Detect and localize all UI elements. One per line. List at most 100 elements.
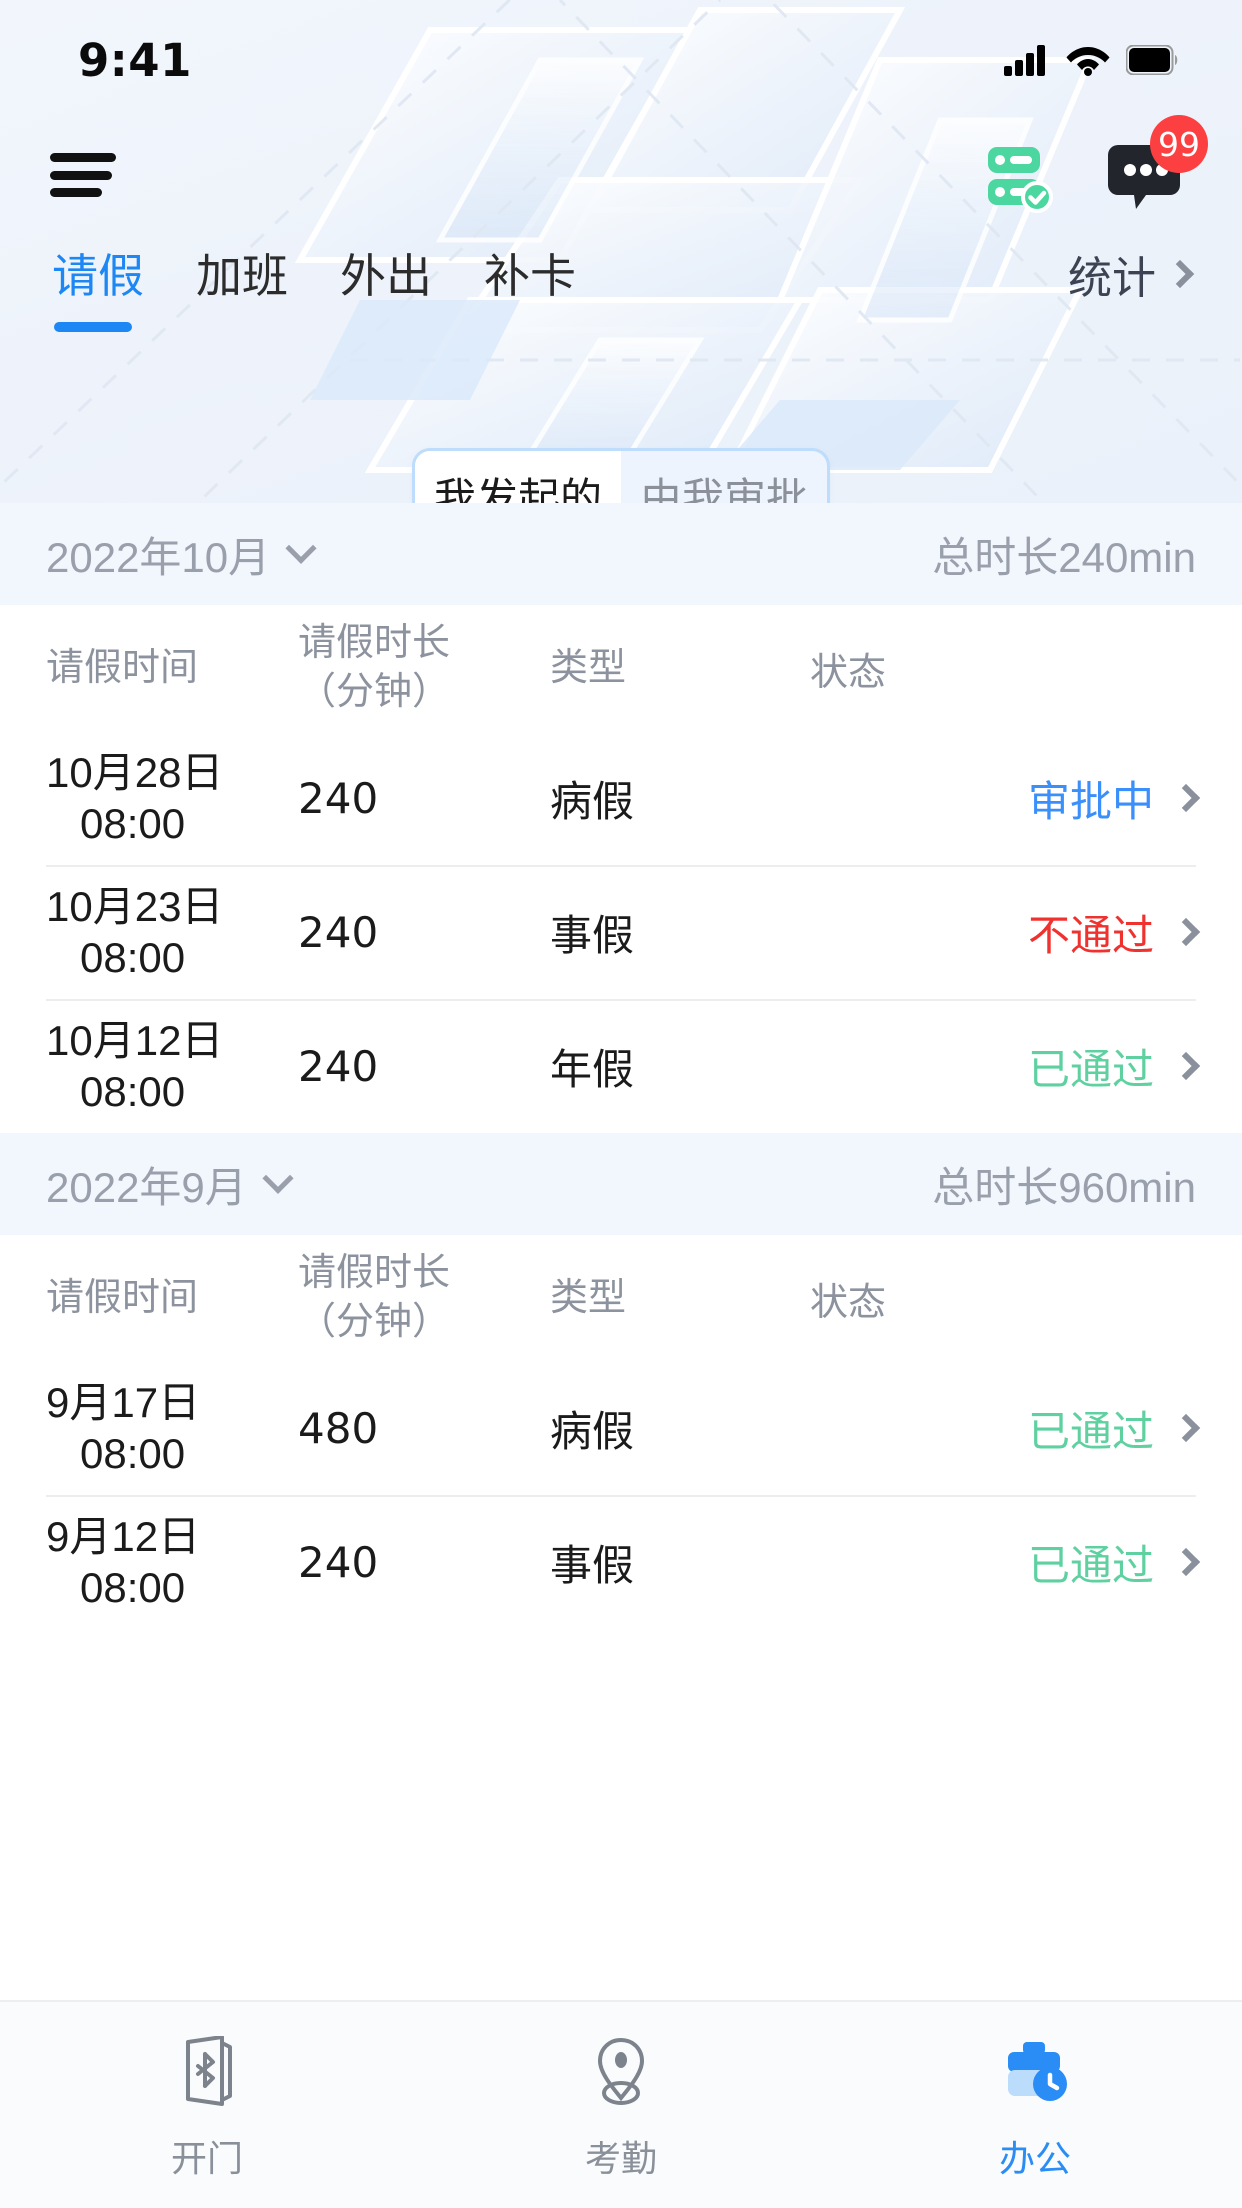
row-status-wrap: 已通过 [800,1036,1201,1097]
column-header-status-wrap: 状态 [800,1271,1196,1326]
status-badge: 不通过 [1027,911,1154,959]
month-total-duration: 总时长960min [932,1163,1196,1211]
tabbar-item-office[interactable]: 办公 [828,2036,1242,2182]
table-row[interactable]: 9月17日 08:00 480 病假 已通过 [0,1361,1242,1495]
chevron-down-icon [262,1162,294,1194]
header-hero: 9:41 99 请假 加班 外出 补卡 统计 我发起的 由我审批 [0,0,1242,503]
tasks-approval-icon[interactable] [980,135,1060,215]
row-status-wrap: 不通过 [800,902,1201,963]
month-group-header[interactable]: 2022年10月 总时长240min [0,503,1242,605]
chevron-right-icon[interactable] [1171,1051,1201,1081]
cellular-signal-icon [1004,44,1050,76]
status-badge: 已通过 [1027,1407,1154,1455]
table-header-row: 请假时间 请假时长 （分钟） 类型 状态 [0,1235,1242,1361]
bluetooth-door-icon [172,2036,242,2110]
wifi-icon [1066,44,1110,76]
column-header-status-wrap: 状态 [800,641,1196,696]
row-status-wrap: 已通过 [800,1398,1201,1459]
row-date-time: 08:00 [80,1430,186,1477]
status-bar-time: 9:41 [78,33,192,87]
column-header-type: 类型 [550,646,627,689]
tabbar-item-attendance[interactable]: 考勤 [414,2036,828,2182]
row-type: 年假 [550,1045,635,1093]
tab-outing[interactable]: 外出 [340,232,432,332]
column-header-duration-line1: 请假时长 [298,1252,451,1295]
column-header-duration: 请假时长 （分钟） [298,1249,550,1346]
tabbar-item-door-label: 开门 [170,2138,243,2179]
tabbar-item-office-label: 办公 [998,2138,1071,2179]
statistics-label: 统计 [1068,254,1156,303]
tab-makeup-card[interactable]: 补卡 [484,232,576,332]
segment-approved-by-me-label: 由我审批 [639,474,808,504]
chevron-right-icon[interactable] [1171,783,1201,813]
chevron-right-icon[interactable] [1171,1413,1201,1443]
month-group-header[interactable]: 2022年9月 总时长960min [0,1133,1242,1235]
row-date-time: 08:00 [80,934,186,981]
status-badge: 已通过 [1027,1541,1154,1589]
row-date: 9月17日 08:00 [46,1377,298,1479]
row-duration: 240 [298,907,379,957]
nav-bar: 99 [0,115,1242,230]
row-duration: 480 [298,1403,379,1453]
column-header-duration-line2: （分钟） [298,1301,451,1343]
tab-leave-label: 请假 [52,250,144,302]
leave-table-september: 请假时间 请假时长 （分钟） 类型 状态 9月17日 08:00 480 病假 … [0,1235,1242,1629]
table-row[interactable]: 10月12日 08:00 240 年假 已通过 [0,999,1242,1133]
chevron-right-icon[interactable] [1171,1547,1201,1577]
battery-icon [1126,45,1180,75]
column-header-type: 类型 [550,1276,627,1319]
row-duration: 240 [298,1041,379,1091]
column-header-status: 状态 [810,651,887,694]
row-type: 事假 [550,911,635,959]
location-pin-icon [586,2036,656,2110]
row-date: 10月28日 08:00 [46,747,298,849]
status-badge: 已通过 [1027,1045,1154,1093]
chevron-right-icon[interactable] [1171,917,1201,947]
table-row[interactable]: 10月23日 08:00 240 事假 不通过 [0,865,1242,999]
category-tabs: 请假 加班 外出 补卡 统计 [0,232,1242,352]
row-type: 病假 [550,1407,635,1455]
column-header-date: 请假时间 [46,646,199,689]
row-duration: 240 [298,773,379,823]
row-status-wrap: 已通过 [800,1532,1201,1593]
table-row[interactable]: 9月12日 08:00 240 事假 已通过 [0,1495,1242,1629]
row-duration: 240 [298,1537,379,1587]
tabbar-item-attendance-label: 考勤 [584,2138,657,2179]
tab-outing-label: 外出 [340,250,432,302]
month-label: 2022年10月 [46,533,271,581]
row-date-day: 10月28日 [46,748,224,796]
month-total-duration: 总时长240min [932,533,1196,581]
table-header-row: 请假时间 请假时长 （分钟） 类型 状态 [0,605,1242,731]
tab-leave[interactable]: 请假 [52,232,144,332]
row-type: 事假 [550,1541,635,1589]
tab-makeup-card-label: 补卡 [484,250,576,302]
chevron-down-icon [285,532,317,564]
row-date-time: 08:00 [80,1564,186,1611]
segment-initiated-by-me[interactable]: 我发起的 [415,451,621,503]
scope-segmented-control: 我发起的 由我审批 [412,448,830,503]
status-badge: 审批中 [1027,777,1154,825]
bottom-tab-bar: 开门 考勤 办公 [0,2000,1242,2208]
status-bar-indicators [1004,44,1180,76]
row-type: 病假 [550,777,635,825]
segment-approved-by-me[interactable]: 由我审批 [621,451,827,504]
table-row[interactable]: 10月28日 08:00 240 病假 审批中 [0,731,1242,865]
column-header-date: 请假时间 [46,1276,199,1319]
row-date-day: 10月12日 [46,1016,224,1064]
month-selector[interactable]: 2022年10月 [46,524,317,585]
row-date-day: 9月17日 [46,1378,201,1426]
row-status-wrap: 审批中 [800,768,1201,829]
row-date: 10月12日 08:00 [46,1015,298,1117]
column-header-duration-line2: （分钟） [298,671,451,713]
month-selector[interactable]: 2022年9月 [46,1154,294,1215]
row-date-time: 08:00 [80,800,186,847]
chat-unread-badge: 99 [1150,115,1208,173]
status-bar: 9:41 [0,0,1242,120]
statistics-link[interactable]: 统计 [1068,232,1195,306]
hamburger-menu-icon[interactable] [50,147,116,203]
tabbar-item-door[interactable]: 开门 [0,2036,414,2182]
tab-overtime[interactable]: 加班 [196,232,288,332]
chat-bubble-icon[interactable]: 99 [1106,115,1208,213]
month-label: 2022年9月 [46,1163,247,1211]
row-date: 9月12日 08:00 [46,1511,298,1613]
